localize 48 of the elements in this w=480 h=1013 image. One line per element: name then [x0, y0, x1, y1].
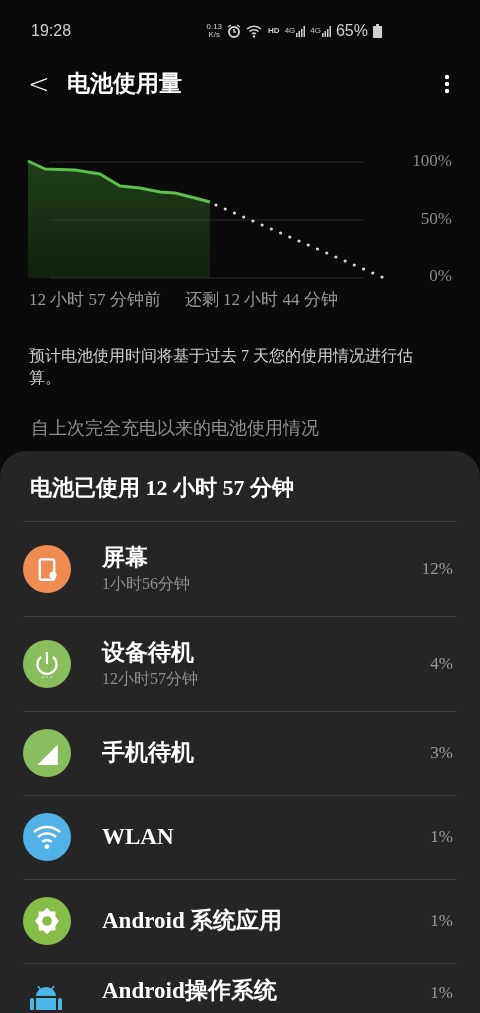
axis-tick-label: 0% [429, 266, 452, 286]
start-time-label: 12 小时 57 分钟前 [29, 289, 161, 311]
usage-row[interactable]: Android操作系统 1% [23, 962, 457, 1013]
usage-duration: 1小时56分钟 [102, 573, 191, 594]
usage-row[interactable]: 手机待机 3% [23, 710, 457, 795]
usage-name: 设备待机 [102, 638, 195, 667]
usage-percent: 4% [430, 652, 454, 675]
battery-percent: 65% [335, 21, 368, 41]
network-label: 4G [310, 25, 321, 37]
status-time: 19:28 [31, 21, 72, 41]
usage-name: 屏幕 [102, 543, 149, 572]
usage-percent: 1% [430, 981, 454, 1004]
back-button[interactable]: < [28, 71, 46, 97]
section-header: 自上次完全充电以来的电池使用情况 [30, 416, 320, 440]
usage-row[interactable]: 设备待机 12小时57分钟 4% [23, 615, 457, 711]
usage-row[interactable]: 屏幕 1小时56分钟 12% [23, 520, 457, 616]
gear-icon [23, 897, 71, 945]
power-icon [23, 639, 71, 688]
usage-percent: 1% [430, 826, 454, 849]
usage-percent: 1% [430, 910, 454, 933]
usage-name: Android 系统应用 [102, 907, 284, 935]
usage-percent: 3% [430, 742, 454, 765]
network-label: 4G [284, 25, 296, 37]
usage-name: WLAN [102, 823, 175, 851]
usage-row[interactable]: WLAN 1% [23, 794, 457, 879]
usage-row[interactable]: Android 系统应用 1% [23, 878, 457, 963]
alarm-icon [227, 24, 242, 38]
hd-label: HD [268, 25, 280, 37]
signal-icon [321, 26, 331, 37]
remaining-time-label: 还剩 12 小时 44 分钟 [184, 289, 338, 311]
wifi-icon [246, 24, 264, 38]
more-options-icon[interactable] [444, 74, 450, 94]
speed-unit: K/s [208, 31, 221, 39]
page-title: 电池使用量 [67, 69, 183, 98]
signal-icon [296, 26, 306, 37]
speed-value: 0.13 [206, 23, 223, 31]
axis-tick-label: 100% [412, 151, 452, 171]
battery-icon [373, 24, 382, 38]
estimate-note: 预计电池使用时间将基于过去 7 天您的使用情况进行估算。 [28, 345, 414, 388]
wifi-icon [23, 813, 71, 861]
signal-icon [23, 729, 71, 777]
usage-name: 手机待机 [102, 739, 195, 767]
usage-percent: 12% [421, 557, 454, 580]
axis-tick-label: 50% [420, 208, 452, 229]
screen-icon [23, 544, 71, 593]
usage-name: Android操作系统 [102, 976, 278, 1005]
usage-duration: 12小时57分钟 [102, 668, 199, 689]
sheet-title: 电池已使用 12 小时 57 分钟 [29, 473, 295, 502]
